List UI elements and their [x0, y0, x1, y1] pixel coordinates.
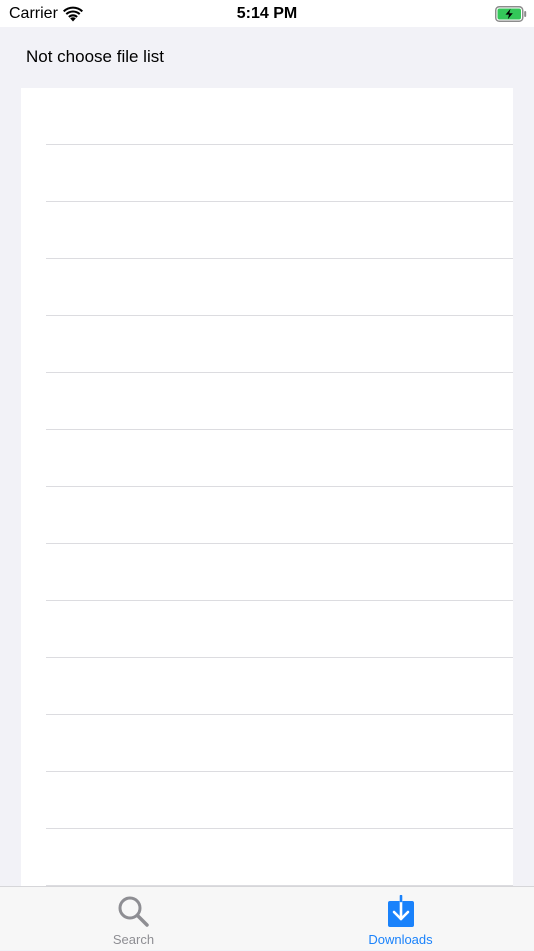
tab-bar: Search Downloads	[0, 886, 534, 950]
magnifying-glass-icon	[118, 896, 149, 927]
list-item[interactable]	[46, 373, 513, 430]
list-item[interactable]	[46, 202, 513, 259]
file-list[interactable]	[21, 88, 513, 886]
list-item[interactable]	[46, 145, 513, 202]
list-item[interactable]	[46, 88, 513, 145]
list-item[interactable]	[46, 772, 513, 829]
list-item[interactable]	[46, 316, 513, 373]
list-item[interactable]	[46, 544, 513, 601]
list-item[interactable]	[46, 715, 513, 772]
status-bar: Carrier 5:14 PM	[0, 0, 534, 27]
page-title: Not choose file list	[26, 47, 164, 66]
list-item[interactable]	[46, 601, 513, 658]
clock: 5:14 PM	[236, 5, 298, 22]
battery-charging-icon	[495, 6, 527, 22]
tab-downloads[interactable]: Downloads	[267, 887, 534, 951]
list-item[interactable]	[46, 829, 513, 886]
tab-search[interactable]: Search	[0, 887, 267, 951]
tab-downloads-label: Downloads	[368, 932, 433, 947]
list-item[interactable]	[46, 658, 513, 715]
list-item[interactable]	[46, 259, 513, 316]
download-tray-icon	[387, 895, 414, 927]
list-item[interactable]	[46, 430, 513, 487]
tab-search-label: Search	[112, 932, 155, 947]
list-item[interactable]	[46, 487, 513, 544]
